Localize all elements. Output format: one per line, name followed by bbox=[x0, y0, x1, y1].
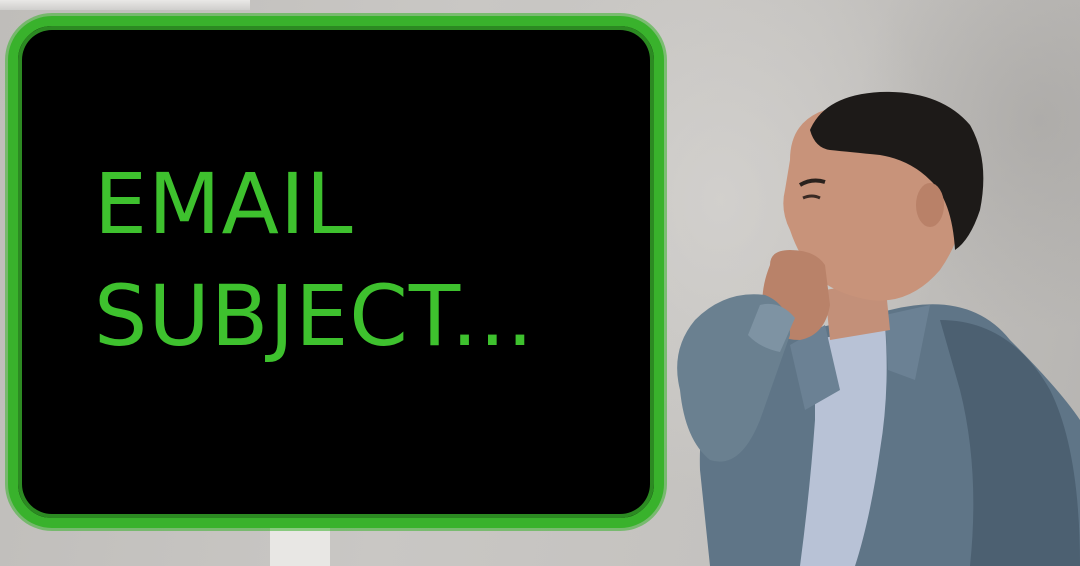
thinking-man-figure bbox=[677, 91, 1080, 566]
board-caption-line-2: SUBJECT... bbox=[94, 267, 535, 365]
ear bbox=[916, 183, 944, 227]
photo-scene: EMAIL SUBJECT... bbox=[0, 0, 1080, 566]
board-caption-line-1: EMAIL bbox=[94, 155, 354, 253]
board-caption: EMAIL SUBJECT... bbox=[94, 148, 534, 372]
wall-trim bbox=[0, 0, 250, 10]
